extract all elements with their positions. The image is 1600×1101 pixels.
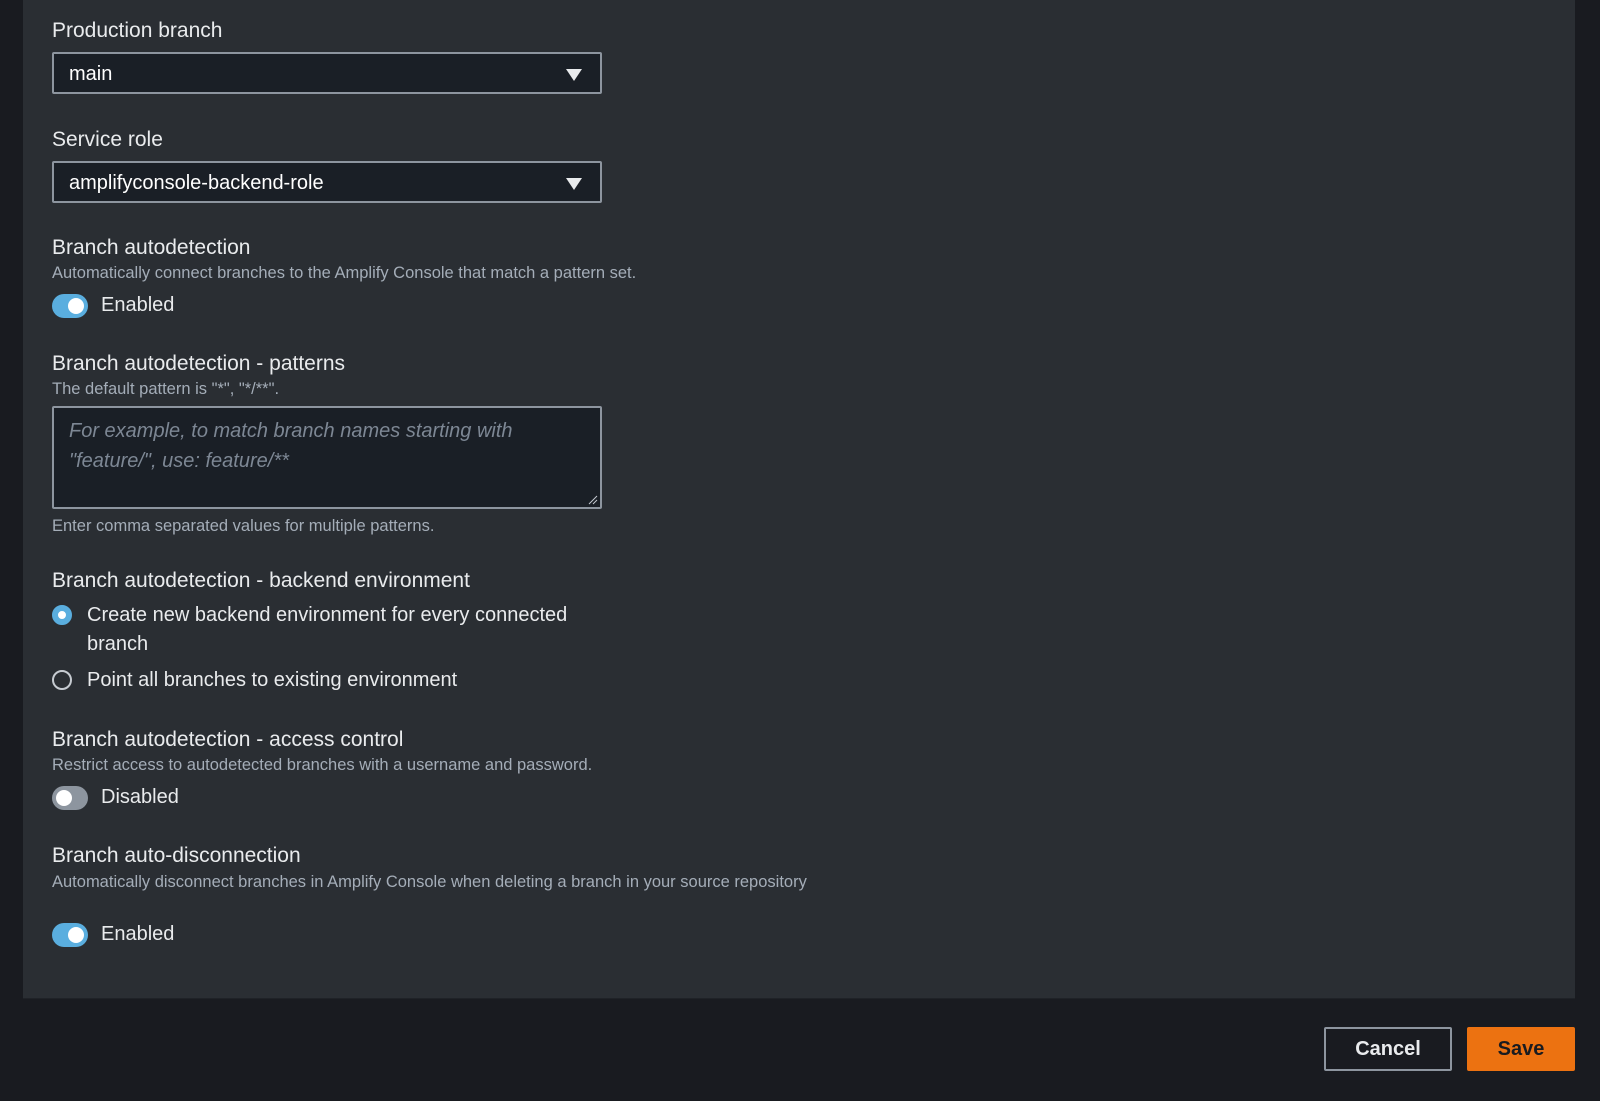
branch-autodetection-description: Automatically connect branches to the Am… (52, 264, 637, 282)
toggle-knob (68, 298, 84, 314)
resize-handle-icon[interactable] (588, 495, 598, 505)
production-branch-select[interactable]: main (52, 52, 602, 94)
production-branch-value: main (69, 63, 113, 85)
caret-down-icon (566, 178, 582, 190)
access-control-toggle[interactable] (52, 786, 88, 810)
radio-point-existing-environment[interactable] (52, 670, 72, 690)
radio-create-new-backend[interactable] (52, 605, 72, 625)
auto-disconnection-toggle[interactable] (52, 923, 88, 947)
auto-disconnection-description: Automatically disconnect branches in Amp… (52, 873, 807, 891)
radio-point-existing-environment-label[interactable]: Point all branches to existing environme… (87, 666, 607, 695)
radio-create-new-backend-label[interactable]: Create new backend environment for every… (87, 601, 607, 659)
service-role-label: Service role (52, 128, 163, 151)
auto-disconnection-label: Branch auto-disconnection (52, 844, 301, 867)
cancel-button[interactable]: Cancel (1324, 1027, 1452, 1071)
toggle-knob (68, 927, 84, 943)
patterns-label: Branch autodetection - patterns (52, 352, 346, 375)
patterns-textarea[interactable]: For example, to match branch names start… (52, 406, 602, 509)
save-button[interactable]: Save (1467, 1027, 1575, 1071)
auto-disconnection-toggle-label: Enabled (101, 923, 175, 945)
branch-autodetection-toggle[interactable] (52, 294, 88, 318)
access-control-label: Branch autodetection - access control (52, 728, 404, 751)
caret-down-icon (566, 69, 582, 81)
service-role-select[interactable]: amplifyconsole-backend-role (52, 161, 602, 203)
patterns-description: The default pattern is "*", "*/**". (52, 380, 280, 398)
branch-autodetection-label: Branch autodetection (52, 236, 251, 259)
access-control-description: Restrict access to autodetected branches… (52, 756, 593, 774)
patterns-placeholder: For example, to match branch names start… (69, 420, 513, 472)
service-role-value: amplifyconsole-backend-role (69, 172, 324, 194)
toggle-knob (56, 790, 72, 806)
backend-environment-label: Branch autodetection - backend environme… (52, 569, 470, 592)
production-branch-label: Production branch (52, 19, 223, 42)
settings-panel: Production branch main Service role ampl… (23, 0, 1575, 999)
patterns-hint: Enter comma separated values for multipl… (52, 517, 435, 535)
access-control-toggle-label: Disabled (101, 786, 179, 808)
branch-autodetection-toggle-label: Enabled (101, 294, 175, 316)
